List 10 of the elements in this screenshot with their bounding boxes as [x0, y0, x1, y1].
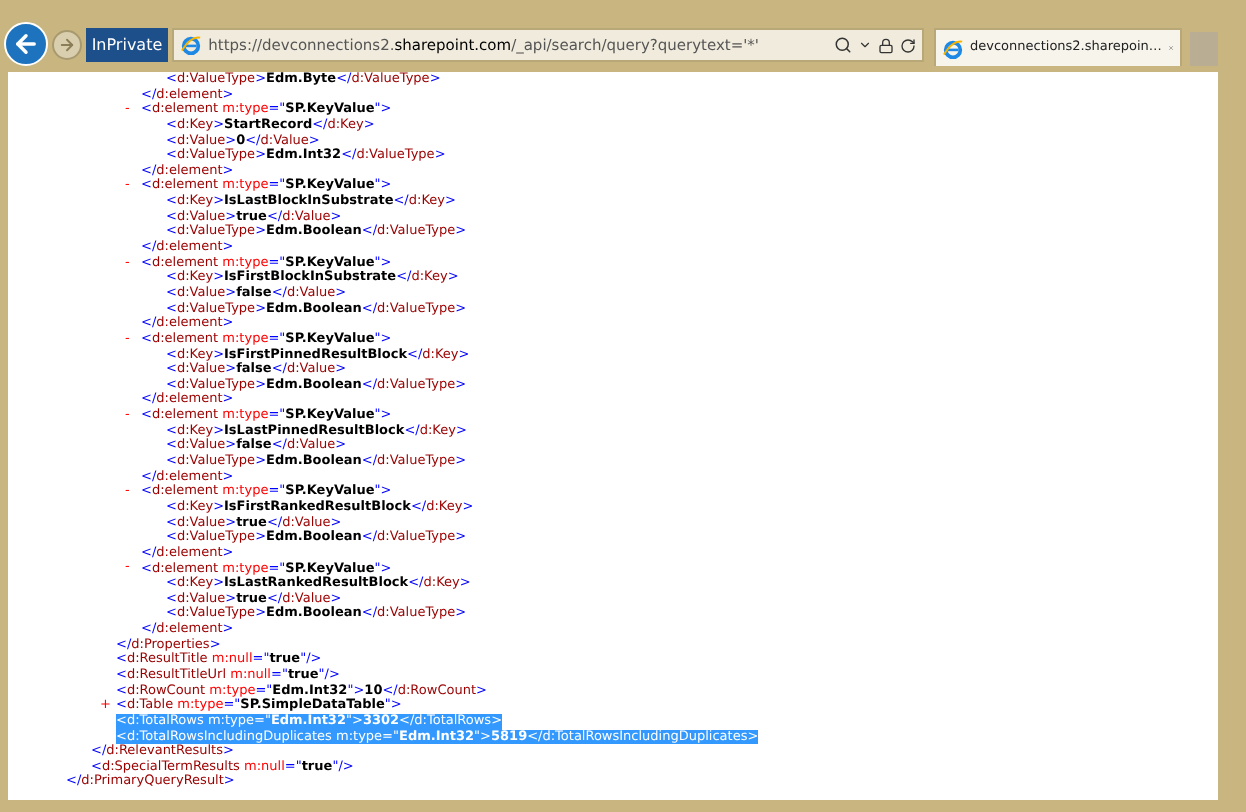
forward-arrow-icon — [57, 36, 76, 54]
browser-icon — [180, 34, 203, 56]
inprivate-badge: InPrivate — [85, 28, 169, 62]
tab-icon — [942, 37, 964, 59]
search-icon[interactable] — [834, 36, 852, 54]
lock-icon — [878, 37, 894, 53]
back-button[interactable] — [4, 22, 48, 66]
caret-icon[interactable] — [858, 38, 872, 52]
refresh-icon[interactable] — [900, 37, 916, 53]
forward-button[interactable] — [51, 30, 82, 60]
